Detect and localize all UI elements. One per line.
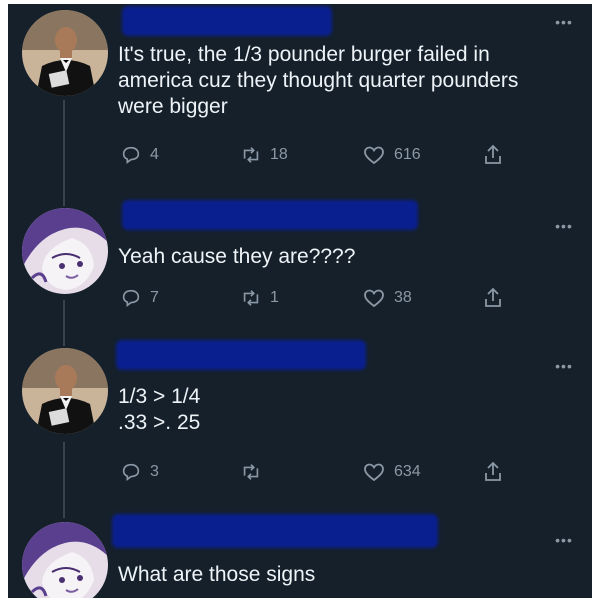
reply-button[interactable]: 3	[120, 458, 159, 486]
share-button[interactable]	[482, 284, 504, 312]
reply-icon	[120, 144, 142, 166]
tweet-actions: 4 18 616	[120, 141, 540, 169]
tweet-text: Yeah cause they are????	[118, 245, 356, 268]
thread-connector-line	[63, 100, 65, 206]
like-count: 634	[394, 463, 421, 480]
retweet-button[interactable]: 1	[240, 284, 279, 312]
reply-count: 7	[150, 289, 159, 306]
retweet-count: 18	[270, 146, 288, 163]
redacted-username	[116, 340, 366, 370]
tweet-actions: 3 634	[120, 458, 540, 486]
twitter-thread-screenshot: ••• It's true, the 1/3 pounder burger fa…	[8, 4, 592, 598]
avatar-anime-character[interactable]	[22, 522, 108, 598]
heart-icon	[362, 461, 386, 483]
retweet-icon	[240, 461, 262, 483]
retweet-button[interactable]	[240, 458, 270, 486]
tweet-text: 1/3 > 1/4 .33 >. 25	[118, 385, 201, 434]
share-icon	[482, 286, 504, 310]
retweet-button[interactable]: 18	[240, 141, 288, 169]
avatar-anime-character[interactable]	[22, 208, 108, 294]
reply-icon	[120, 287, 142, 309]
share-icon	[482, 460, 504, 484]
thread-connector-line	[63, 442, 65, 518]
like-count: 38	[394, 289, 412, 306]
share-button[interactable]	[482, 458, 504, 486]
like-button[interactable]: 38	[362, 284, 412, 312]
retweet-icon	[240, 144, 262, 166]
more-options-icon[interactable]: •••	[552, 359, 576, 373]
heart-icon	[362, 144, 386, 166]
share-icon	[482, 143, 504, 167]
reply-count: 3	[150, 463, 159, 480]
like-button[interactable]: 634	[362, 458, 421, 486]
reply-icon	[120, 461, 142, 483]
retweet-count: 1	[270, 289, 279, 306]
more-options-icon[interactable]: •••	[552, 219, 576, 233]
thread-connector-line	[63, 300, 65, 346]
retweet-icon	[240, 287, 262, 309]
redacted-username	[122, 200, 418, 230]
redacted-username	[112, 514, 438, 548]
reply-button[interactable]: 4	[120, 141, 159, 169]
reply-button[interactable]: 7	[120, 284, 159, 312]
like-count: 616	[394, 146, 421, 163]
tweet-text: It's true, the 1/3 pounder burger failed…	[118, 43, 519, 118]
tweet-text: What are those signs	[118, 563, 316, 586]
share-button[interactable]	[482, 141, 504, 169]
reply-count: 4	[150, 146, 159, 163]
avatar-man-in-tuxedo[interactable]	[22, 10, 108, 96]
redacted-username	[122, 6, 332, 36]
more-options-icon[interactable]: •••	[552, 533, 576, 547]
heart-icon	[362, 287, 386, 309]
avatar-man-in-tuxedo[interactable]	[22, 348, 108, 434]
tweet-actions: 7 1 38	[120, 284, 540, 312]
more-options-icon[interactable]: •••	[552, 15, 576, 29]
like-button[interactable]: 616	[362, 141, 421, 169]
